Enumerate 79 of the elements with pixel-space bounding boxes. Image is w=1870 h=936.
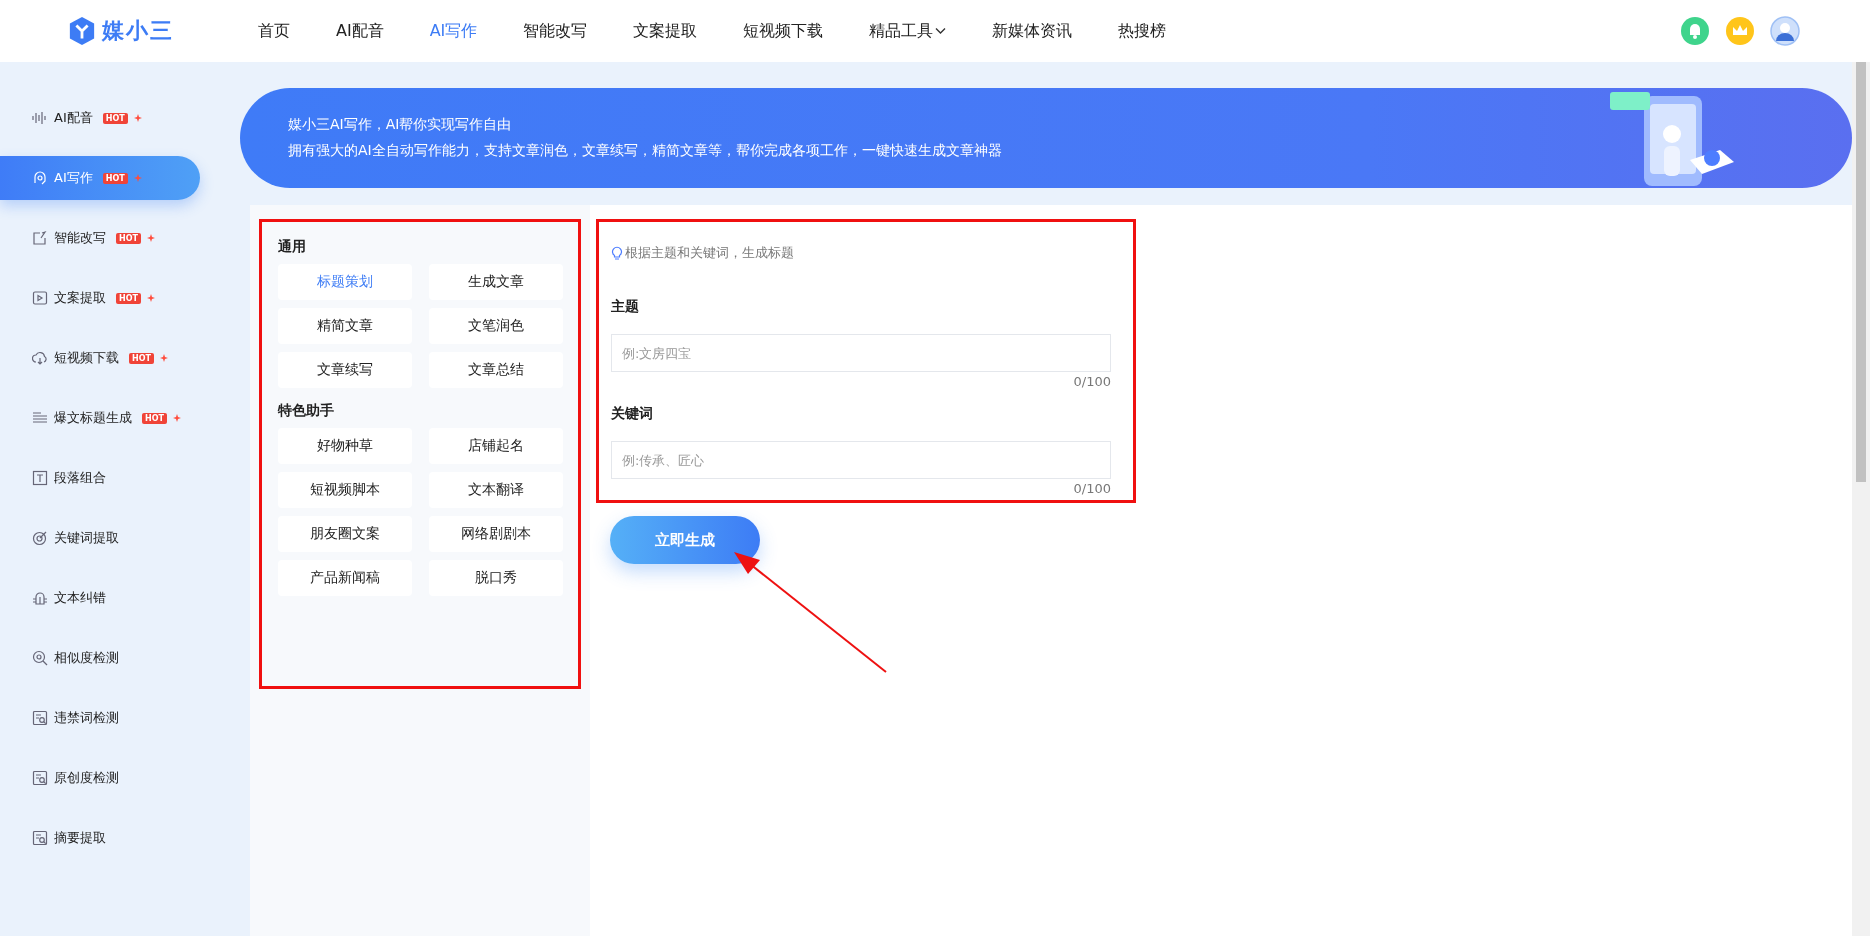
- sidebar-item[interactable]: 智能改写 HOT: [0, 216, 200, 260]
- sparkle-icon: [159, 354, 168, 362]
- tool-button[interactable]: 产品新闻稿: [278, 560, 412, 596]
- sidebar-item[interactable]: 文案提取 HOT: [0, 276, 200, 320]
- sparkle-icon: [133, 114, 142, 122]
- sidebar-item[interactable]: 爆文标题生成 HOT: [0, 396, 200, 440]
- nav-link[interactable]: AI配音: [336, 20, 384, 42]
- tool-button[interactable]: 脱口秀: [429, 560, 563, 596]
- banner-subtitle: 拥有强大的AI全自动写作能力，支持文章润色，文章续写，精简文章等，帮你完成各项工作，一键快速生成文章神器: [288, 142, 1002, 160]
- tool-button[interactable]: 文章续写: [278, 352, 412, 388]
- caret-icon: [935, 27, 947, 35]
- sidebar-item[interactable]: 短视频下载 HOT: [0, 336, 200, 380]
- sparkle-icon: [146, 294, 155, 302]
- tool-button[interactable]: 标题策划: [278, 264, 412, 300]
- document-search-icon: [32, 830, 48, 846]
- waveform-icon: [32, 110, 48, 126]
- hot-badge: HOT: [102, 172, 128, 184]
- tool-button[interactable]: 文章总结: [429, 352, 563, 388]
- nav-link[interactable]: 文案提取: [633, 20, 698, 42]
- tool-button[interactable]: 短视频脚本: [278, 472, 412, 508]
- cloud-download-icon: [32, 350, 48, 366]
- sidebar-item[interactable]: 段落组合: [0, 456, 200, 500]
- avatar-icon[interactable]: [1770, 16, 1800, 46]
- target-icon: [32, 530, 48, 546]
- sidebar-item[interactable]: AI配音 HOT: [0, 96, 200, 140]
- hot-badge: HOT: [129, 352, 154, 364]
- tool-button[interactable]: 文本翻译: [429, 472, 563, 508]
- banner-title: 媒小三AI写作，AI帮你实现写作自由: [288, 116, 513, 134]
- nav-link[interactable]: 智能改写: [523, 20, 588, 42]
- search-icon: [32, 650, 48, 666]
- sidebar-item[interactable]: 关键词提取: [0, 516, 200, 560]
- tool-button[interactable]: 好物种草: [278, 428, 412, 464]
- document-search-icon: [32, 770, 48, 786]
- bug-icon: [32, 590, 48, 606]
- hot-badge: HOT: [116, 292, 141, 304]
- sidebar-item[interactable]: 原创度检测: [0, 756, 200, 800]
- character-counter: 0/100: [1073, 374, 1111, 389]
- tool-button[interactable]: 精简文章: [278, 308, 412, 344]
- scrollbar[interactable]: [1852, 62, 1870, 936]
- sidebar-item[interactable]: 文本纠错: [0, 576, 200, 620]
- hot-badge: HOT: [142, 412, 167, 424]
- section-title: 特色助手: [278, 402, 335, 420]
- nav-link[interactable]: 新媒体资讯: [992, 20, 1073, 42]
- lightbulb-icon: [611, 246, 623, 260]
- nav-link[interactable]: 短视频下载: [743, 20, 824, 42]
- crown-icon[interactable]: [1725, 16, 1755, 46]
- logo-text[interactable]: 媒小三: [102, 16, 174, 46]
- field-label: 主题: [611, 298, 640, 316]
- logo-icon: [68, 16, 96, 46]
- sparkle-icon: [133, 174, 142, 182]
- tool-button[interactable]: 朋友圈文案: [278, 516, 412, 552]
- text-box-icon: [32, 470, 48, 486]
- section-title: 通用: [278, 238, 307, 256]
- bell-icon[interactable]: [1680, 16, 1710, 46]
- text-lines-icon: [32, 410, 48, 426]
- hint-text: 根据主题和关键词，生成标题: [625, 244, 794, 262]
- field-label: 关键词: [611, 405, 654, 423]
- nav-link[interactable]: 精品工具: [869, 20, 947, 42]
- hot-badge: HOT: [116, 232, 141, 244]
- play-icon: [32, 290, 48, 306]
- nav-link[interactable]: AI写作: [429, 20, 478, 42]
- input-field[interactable]: 例:传承、匠心: [611, 441, 1111, 479]
- hot-badge: HOT: [102, 112, 128, 124]
- sparkle-icon: [146, 234, 155, 242]
- tool-button[interactable]: 网络剧剧本: [429, 516, 563, 552]
- character-counter: 0/100: [1073, 481, 1111, 496]
- sidebar-item[interactable]: 相似度检测: [0, 636, 200, 680]
- tool-button[interactable]: 店铺起名: [429, 428, 563, 464]
- tool-button[interactable]: 生成文章: [429, 264, 563, 300]
- sidebar-item[interactable]: 摘要提取: [0, 816, 200, 860]
- document-icon: [32, 710, 48, 726]
- sidebar-item[interactable]: AI写作 HOT: [0, 156, 200, 200]
- nav-link[interactable]: 首页: [258, 20, 290, 42]
- input-field[interactable]: 例:文房四宝: [611, 334, 1111, 372]
- nav-link[interactable]: 热搜榜: [1118, 20, 1167, 42]
- sparkle-icon: [172, 414, 181, 422]
- tool-button[interactable]: 文笔润色: [429, 308, 563, 344]
- edit-icon: [32, 230, 48, 246]
- sidebar-item[interactable]: 违禁词检测: [0, 696, 200, 740]
